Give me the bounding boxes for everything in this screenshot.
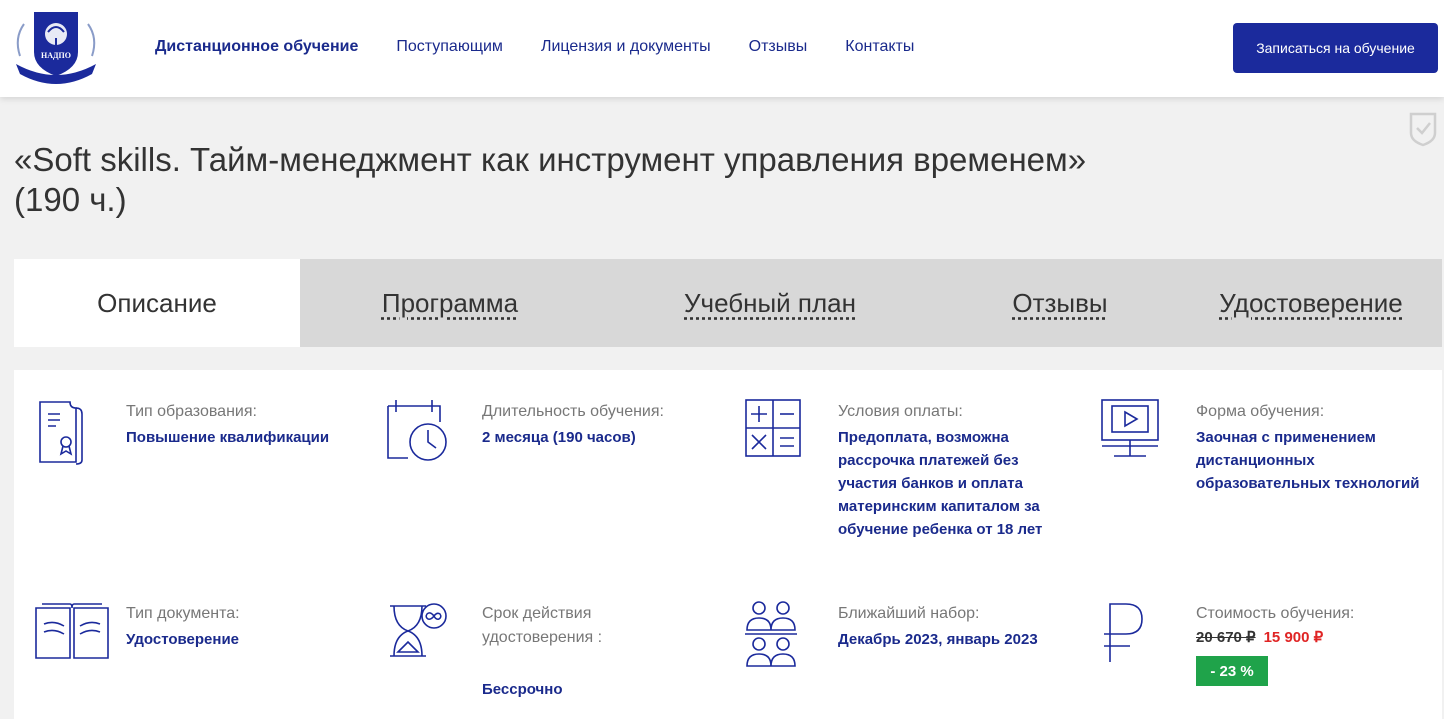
nav-link-applicants[interactable]: Поступающим [396, 38, 503, 56]
detail-label: Длительность обучения: [482, 403, 664, 420]
tab-program[interactable]: Программа [300, 259, 600, 347]
hourglass-infinity-icon [390, 603, 447, 657]
detail-label: Тип образования: [126, 403, 257, 420]
people-group-icon [745, 601, 797, 667]
detail-duration: Длительность обучения: 2 месяца (190 час… [386, 398, 726, 478]
detail-payment: Условия оплаты: Предоплата, возможна рас… [744, 398, 1084, 548]
main-nav: Дистанционное обучение Поступающим Лицен… [155, 38, 952, 56]
price-line: 20 670 ₽ 15 900 ₽ [1196, 628, 1323, 647]
calculator-icon [745, 399, 801, 457]
calendar-clock-icon [387, 400, 447, 461]
course-details-panel: Тип образования: Повышение квалификации … [14, 370, 1442, 719]
nav-link-contacts[interactable]: Контакты [845, 38, 914, 56]
tab-reviews[interactable]: Отзывы [940, 259, 1180, 347]
price-old: 20 670 ₽ [1196, 629, 1256, 646]
tab-label: Отзывы [1012, 287, 1108, 318]
certificate-scroll-icon [39, 401, 83, 465]
tab-curriculum[interactable]: Учебный план [600, 259, 940, 347]
detail-label: Форма обучения: [1196, 403, 1325, 420]
nav-link-license[interactable]: Лицензия и документы [541, 38, 711, 56]
enroll-button[interactable]: Записаться на обучение [1233, 23, 1438, 73]
course-tabs: Описание Программа Учебный план Отзывы У… [14, 259, 1442, 347]
svg-text:НАДПО: НАДПО [41, 51, 71, 60]
tab-label: Описание [97, 287, 217, 318]
nav-link-distance-learning[interactable]: Дистанционное обучение [155, 38, 358, 56]
detail-value: Заочная с применением дистанционных обра… [1196, 429, 1420, 492]
detail-document-type: Тип документа: Удостоверение [34, 600, 374, 680]
detail-validity: Срок действия удостоверения : Бессрочно [386, 600, 726, 698]
detail-label: Условия оплаты: [838, 403, 963, 420]
detail-next-intake: Ближайший набор: Декабрь 2023, январь 20… [744, 600, 1084, 680]
price-new: 15 900 ₽ [1263, 629, 1324, 646]
ruble-icon [1104, 603, 1143, 662]
tab-label: Учебный план [684, 287, 856, 318]
monitor-play-icon [1101, 399, 1159, 457]
detail-value: Декабрь 2023, январь 2023 [838, 631, 1038, 648]
detail-label: Срок действия удостоверения : [482, 605, 603, 646]
detail-education-type: Тип образования: Повышение квалификации [36, 398, 376, 478]
course-title: «Soft skills. Тайм-менеджмент как инстру… [14, 141, 1087, 218]
nav-link-reviews[interactable]: Отзывы [749, 38, 808, 56]
shield-check-icon[interactable] [1408, 111, 1438, 147]
detail-value: Бессрочно [482, 681, 563, 698]
detail-value: Предоплата, возможна рассрочка платежей … [838, 429, 1043, 538]
detail-label: Тип документа: [126, 605, 240, 622]
open-book-icon [35, 603, 109, 659]
tab-description[interactable]: Описание [14, 259, 300, 347]
tab-label: Удостоверение [1219, 287, 1403, 318]
tab-label: Программа [381, 287, 519, 318]
detail-value: Удостоверение [126, 631, 240, 648]
detail-label: Стоимость обучения: [1196, 605, 1355, 622]
discount-badge: - 23 % [1196, 656, 1268, 686]
detail-value: Повышение квалификации [126, 429, 330, 446]
detail-form: Форма обучения: Заочная с применением ди… [1100, 398, 1440, 518]
detail-price: Стоимость обучения: 20 670 ₽ 15 900 ₽ - 2… [1100, 600, 1440, 690]
tab-certificate[interactable]: Удостоверение [1180, 259, 1442, 347]
site-header: НАДПО Дистанционное обучение Поступающим… [0, 0, 1444, 97]
logo-emblem-icon[interactable]: НАДПО [12, 8, 100, 86]
detail-label: Ближайший набор: [838, 605, 980, 622]
detail-value: 2 месяца (190 часов) [482, 429, 636, 446]
